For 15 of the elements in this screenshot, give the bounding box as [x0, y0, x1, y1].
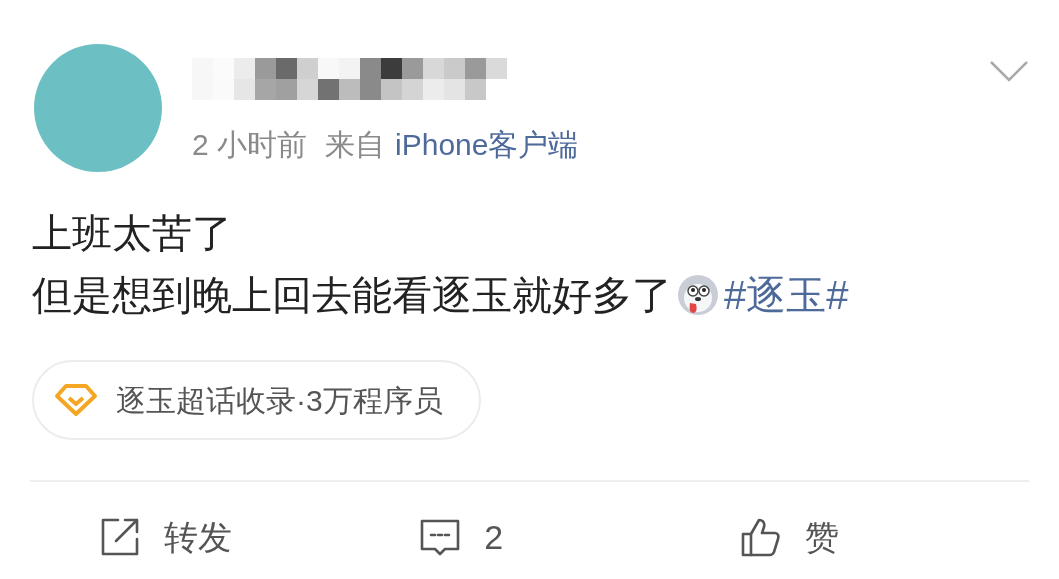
- topic-members: ·3万程序员: [296, 382, 443, 419]
- like-button[interactable]: 赞: [738, 515, 1059, 559]
- source-label: 来自: [325, 130, 386, 160]
- post-time: 2 小时前: [192, 130, 308, 160]
- comment-button[interactable]: 2: [418, 515, 739, 559]
- hashtag-link[interactable]: #逐玉#: [724, 264, 849, 326]
- dog-face-icon: [676, 273, 720, 317]
- source-link[interactable]: iPhone客户端: [395, 130, 579, 160]
- diamond-icon: [54, 383, 98, 417]
- chevron-down-icon[interactable]: [989, 60, 1029, 82]
- repost-button[interactable]: 转发: [98, 515, 419, 559]
- post-text: 但是想到晚上回去能看逐玉就好多了: [32, 272, 672, 319]
- topic-chip[interactable]: 逐玉超话收录·3万程序员: [32, 360, 481, 440]
- topic-name: 逐玉超话收录: [116, 382, 296, 419]
- post-text: 上班太苦了: [32, 210, 232, 257]
